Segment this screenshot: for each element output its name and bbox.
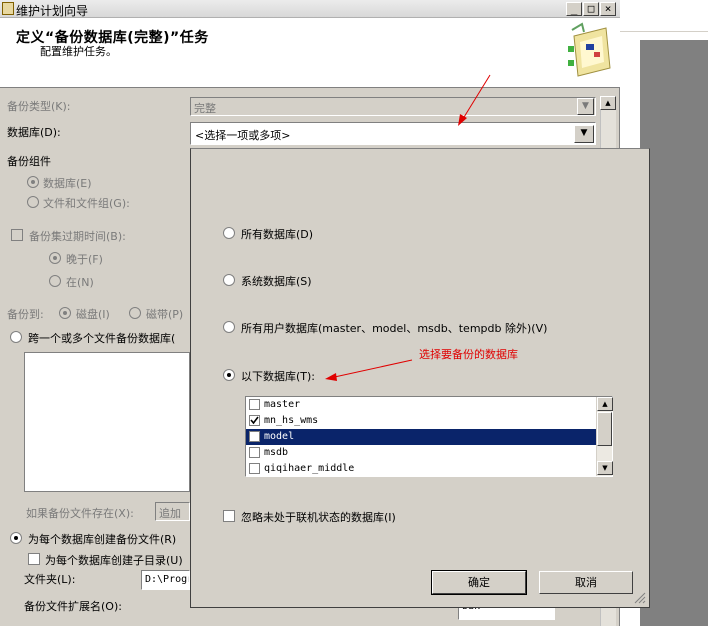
arrowhead-icon <box>325 373 337 381</box>
arrowhead-icon <box>458 114 467 126</box>
annotation-arrows <box>325 74 491 381</box>
arrow-to-dropdown <box>460 74 491 123</box>
arrow-to-radio <box>329 359 413 379</box>
annotation-text: 选择要备份的数据库 <box>419 348 518 361</box>
